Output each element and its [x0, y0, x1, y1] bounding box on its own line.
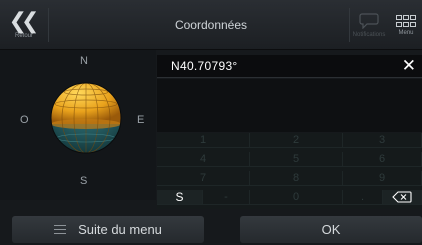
globe-icon — [50, 82, 122, 154]
clear-input-button[interactable]: ✕ — [402, 56, 416, 76]
ok-button[interactable]: OK — [240, 216, 422, 243]
coordinates-screen: ❮❮ Retour Coordonnées Notifications Menu — [0, 0, 422, 245]
menu-button[interactable]: Menu — [390, 0, 422, 50]
back-chevron-icon: ❮❮ — [8, 7, 40, 33]
coordinate-input[interactable]: N40.70793° ✕ — [157, 55, 422, 78]
notifications-button[interactable]: Notifications — [350, 0, 388, 50]
notifications-label: Notifications — [352, 31, 386, 38]
more-menu-button[interactable]: Suite du menu — [12, 216, 204, 243]
key-decimal[interactable]: . — [343, 190, 383, 205]
key-2[interactable]: 2 — [250, 133, 343, 148]
backspace-icon — [392, 191, 412, 203]
key-9[interactable]: 9 — [343, 171, 422, 186]
page-title: Coordonnées — [174, 18, 248, 32]
compass-west-label: O — [20, 114, 29, 126]
key-6[interactable]: 6 — [343, 152, 422, 167]
key-1[interactable]: 1 — [157, 133, 250, 148]
input-area — [157, 79, 422, 132]
coordinate-input-value: N40.70793° — [171, 59, 238, 73]
key-4[interactable]: 4 — [157, 152, 250, 167]
speech-bubble-icon — [359, 12, 379, 29]
compass-panel: N S E O — [0, 50, 156, 200]
key-0[interactable]: 0 — [250, 190, 343, 205]
more-menu-label: Suite du menu — [78, 222, 162, 237]
compass-north-label: N — [80, 55, 88, 67]
ok-label: OK — [321, 222, 341, 237]
footer-bar: Suite du menu OK — [0, 213, 422, 245]
compass-south-label: S — [80, 175, 88, 187]
compass-east-label: E — [137, 114, 145, 126]
back-label: Retour — [14, 32, 33, 39]
grid-menu-icon — [396, 14, 416, 27]
key-3[interactable]: 3 — [343, 133, 422, 148]
back-button[interactable]: ❮❮ Retour — [0, 0, 48, 50]
backspace-button[interactable] — [383, 190, 422, 205]
numeric-keypad: 1 2 3 4 5 6 7 8 9 S - 0 . — [157, 133, 422, 209]
key-8[interactable]: 8 — [250, 171, 343, 186]
menu-label: Menu — [398, 29, 414, 36]
key-minus[interactable]: - — [203, 190, 250, 205]
hemisphere-key[interactable]: S — [157, 190, 203, 205]
list-menu-icon — [54, 225, 67, 234]
header-divider — [48, 8, 49, 42]
key-7[interactable]: 7 — [157, 171, 250, 186]
header-bar: ❮❮ Retour Coordonnées Notifications Menu — [0, 0, 422, 50]
key-5[interactable]: 5 — [250, 152, 343, 167]
